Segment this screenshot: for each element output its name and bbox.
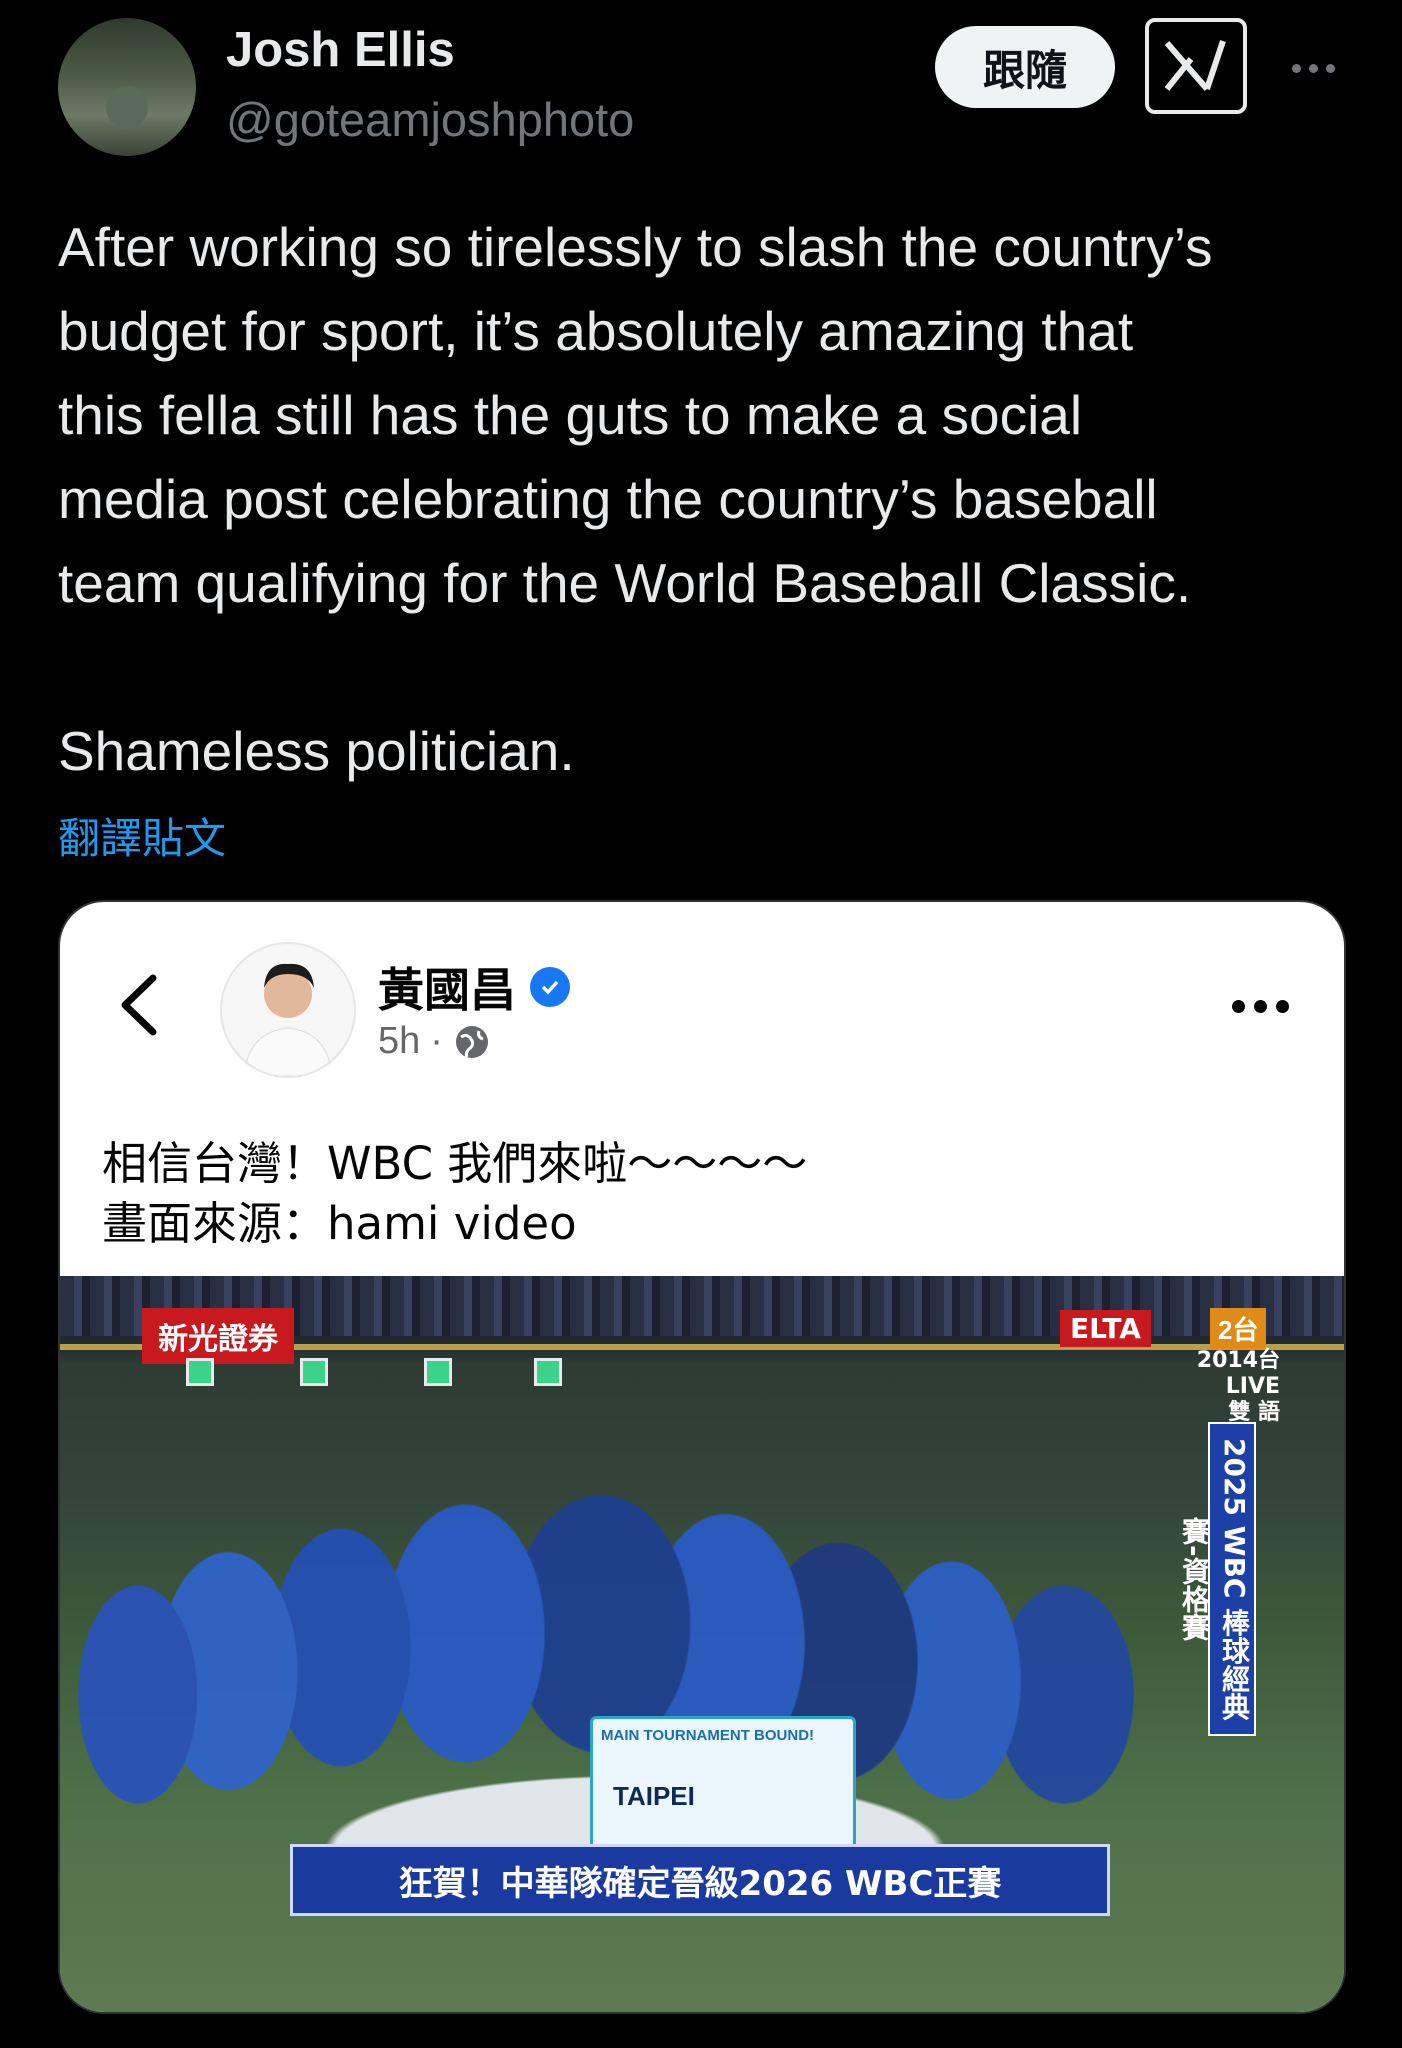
author-name[interactable]: Josh Ellis [226, 22, 455, 78]
live-label: 2014台 LIVE 雙 語 [1196, 1348, 1280, 1425]
wbc-side-banner: 2025 WBC 棒球經典賽-資格賽 [1178, 1422, 1256, 1736]
follow-button[interactable]: 跟隨 [935, 26, 1115, 108]
meta-separator: · [430, 1020, 443, 1062]
poster-name: 黃國昌 [378, 954, 570, 1020]
post-meta: 5h · [378, 1020, 491, 1063]
media-card[interactable]: 黃國昌 5h · 相信台灣！WBC 我們來啦～～～～ 畫面來源：hami vid… [58, 900, 1346, 2014]
wall-light [424, 1358, 452, 1386]
embedded-post-text: 相信台灣！WBC 我們來啦～～～～ 畫面來源：hami video [102, 1137, 808, 1250]
post-time: 5h [378, 1020, 421, 1062]
verified-badge-icon [530, 967, 570, 1007]
translate-post-link[interactable]: 翻譯貼文 [58, 805, 226, 866]
post-more-icon [1232, 1000, 1289, 1013]
broadcaster-logo: ELTA [1060, 1310, 1151, 1347]
more-options-icon[interactable] [1283, 38, 1343, 98]
broadcast-caption: 狂賀！中華隊確定晉級2026 WBC正賽 [290, 1844, 1110, 1916]
poster-name-text: 黃國昌 [378, 963, 516, 1017]
wall-light [186, 1358, 214, 1386]
author-handle[interactable]: @goteamjoshphoto [226, 92, 634, 147]
qualification-banner: MAIN TOURNAMENT BOUND! TAIPEI [590, 1716, 856, 1852]
poster-avatar [220, 942, 356, 1078]
back-arrow-icon [121, 974, 157, 1036]
author-avatar[interactable] [58, 18, 196, 156]
wall-light [534, 1358, 562, 1386]
banner-main-text: TAIPEI [613, 1781, 695, 1811]
wall-light [300, 1358, 328, 1386]
tweet-text: After working so tirelessly to slash the… [58, 216, 1213, 782]
team-celebration-photo: 新光證券 ELTA 2台 2014台 LIVE 雙 語 2025 WBC 棒球經… [60, 1276, 1344, 2012]
banner-top-text: MAIN TOURNAMENT BOUND! [601, 1727, 815, 1744]
sponsor-banner: 新光證券 [142, 1308, 294, 1364]
grok-icon[interactable] [1145, 18, 1247, 114]
channel-badge: 2台 [1210, 1308, 1267, 1349]
globe-icon [455, 1025, 488, 1058]
